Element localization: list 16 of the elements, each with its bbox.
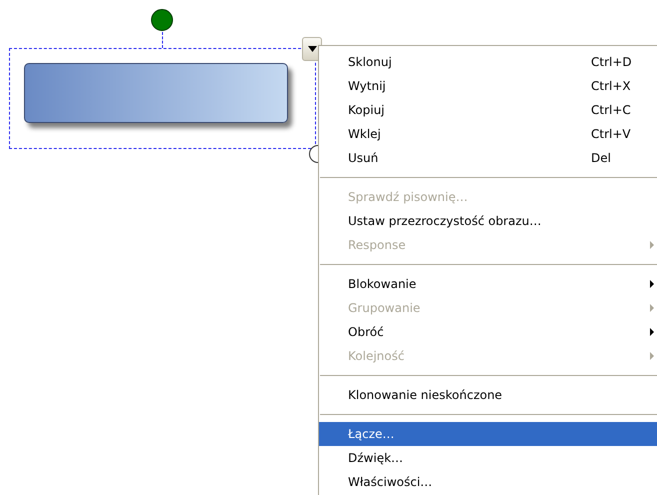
menu-item[interactable]: Usuń Del <box>319 146 657 170</box>
menu-item[interactable]: Ustaw przezroczystość obrazu… <box>319 209 657 233</box>
menu-item[interactable]: Wytnij Ctrl+X <box>319 74 657 98</box>
menu-item[interactable]: Właściwości… <box>319 470 657 494</box>
menu-item[interactable]: Sklonuj Ctrl+D <box>319 50 657 74</box>
menu-item[interactable]: Wklej Ctrl+V <box>319 122 657 146</box>
caret-icon <box>308 46 316 52</box>
rotate-handle[interactable] <box>151 9 173 31</box>
menu-item[interactable]: Łącze… <box>319 422 657 446</box>
menu-item[interactable]: Blokowanie <box>319 272 657 296</box>
menu-item[interactable]: Dźwięk… <box>319 446 657 470</box>
rotate-handle-stem <box>162 32 163 48</box>
menu-item[interactable]: Obróć <box>319 320 657 344</box>
menu-item[interactable]: Kopiuj Ctrl+C <box>319 98 657 122</box>
menu-item[interactable]: Klonowanie nieskończone <box>319 383 657 407</box>
rounded-rectangle-shape[interactable] <box>24 63 288 123</box>
